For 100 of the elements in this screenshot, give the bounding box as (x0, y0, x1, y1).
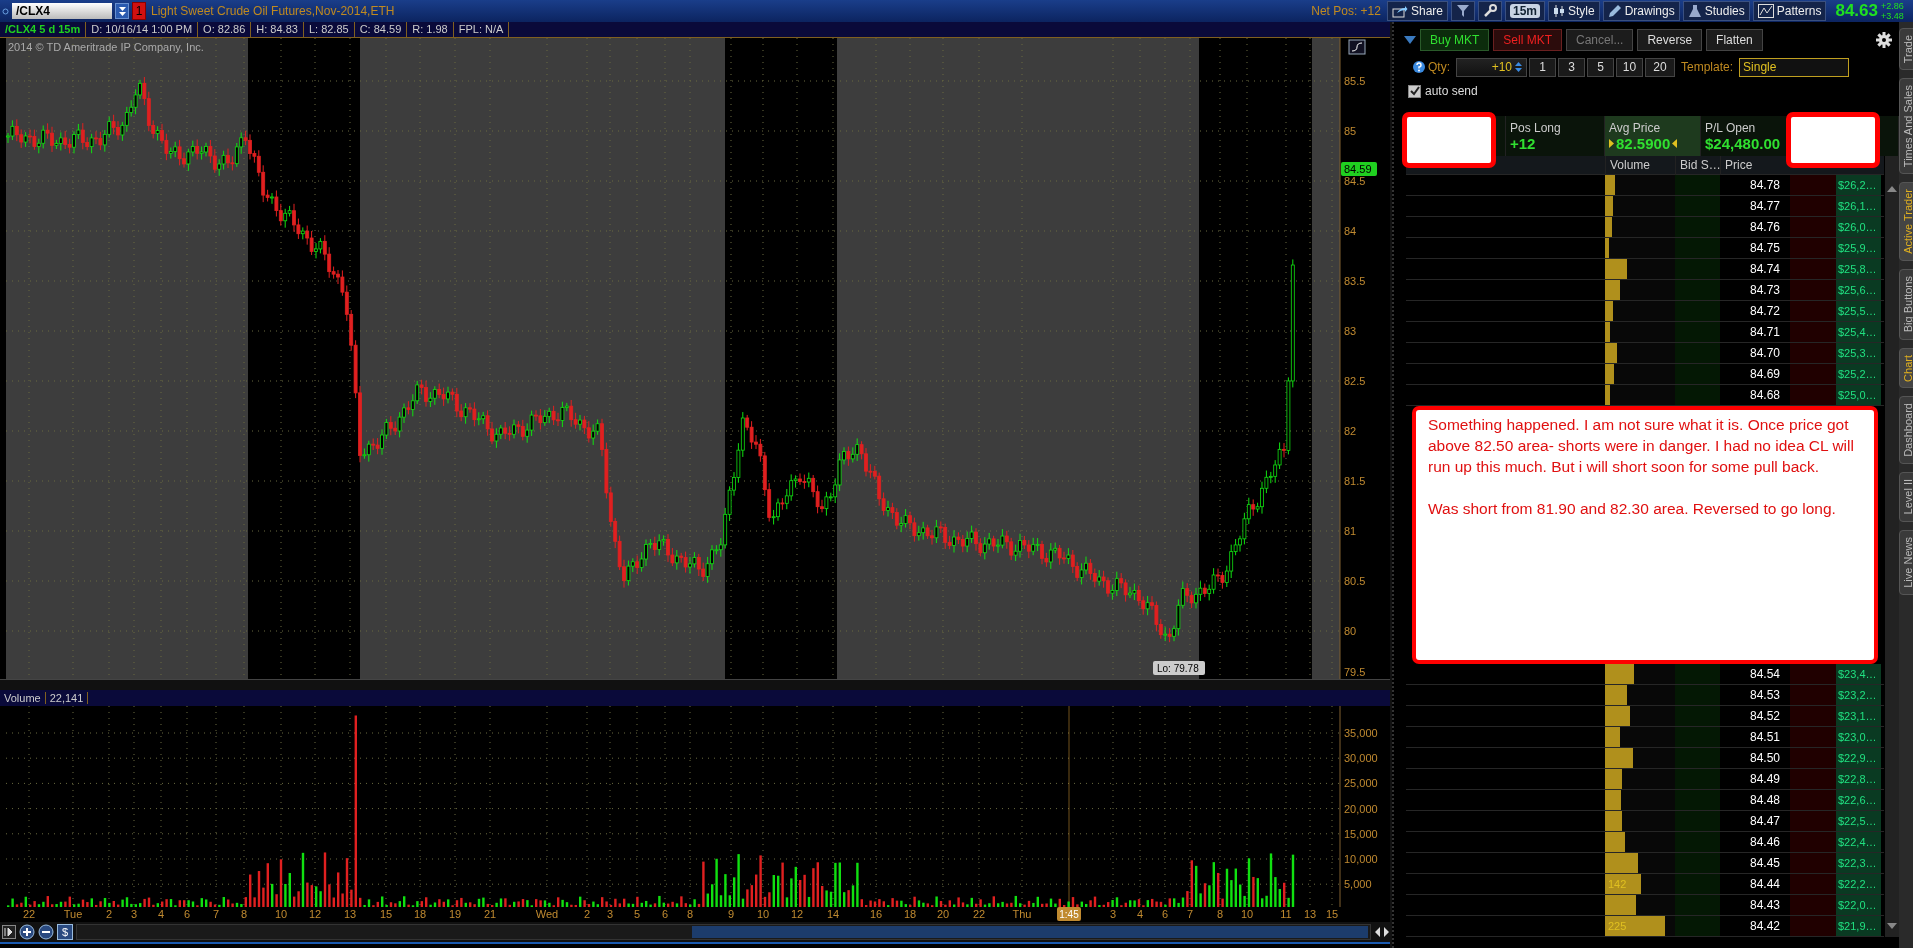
price-cell[interactable]: 84.68 (1720, 385, 1790, 405)
bid-size-cell[interactable] (1675, 685, 1720, 705)
ask-size-cell[interactable] (1790, 811, 1836, 831)
scrollbar-thumb[interactable] (692, 926, 1368, 938)
auto-send-checkbox[interactable] (1408, 84, 1421, 98)
bid-size-cell[interactable] (1675, 217, 1720, 237)
bid-size-cell[interactable] (1675, 727, 1720, 747)
panel-splitter[interactable] (0, 679, 1390, 690)
bid-size-cell[interactable] (1675, 811, 1720, 831)
price-cell[interactable]: 84.69 (1720, 364, 1790, 384)
ask-size-cell[interactable] (1790, 238, 1836, 258)
price-cell[interactable]: 84.72 (1720, 301, 1790, 321)
price-cell[interactable]: 84.50 (1720, 748, 1790, 768)
price-cell[interactable]: 84.75 (1720, 238, 1790, 258)
ask-size-cell[interactable] (1790, 196, 1836, 216)
scroll-up-icon[interactable] (1887, 186, 1897, 192)
price-cell[interactable]: 84.73 (1720, 280, 1790, 300)
ask-size-cell[interactable] (1790, 769, 1836, 789)
bid-size-cell[interactable] (1675, 874, 1720, 894)
price-cell[interactable]: 84.76 (1720, 217, 1790, 237)
order-button[interactable]: Buy MKT (1420, 29, 1490, 51)
price-cell[interactable]: 84.47 (1720, 811, 1790, 831)
ask-size-cell[interactable] (1790, 280, 1836, 300)
price-cell[interactable]: 84.74 (1720, 259, 1790, 279)
ask-size-cell[interactable] (1790, 727, 1836, 747)
link-badge[interactable]: 1 (132, 2, 146, 20)
bid-size-cell[interactable] (1675, 196, 1720, 216)
ask-size-cell[interactable] (1790, 895, 1836, 915)
ask-size-cell[interactable] (1790, 259, 1836, 279)
funnel-button[interactable] (1451, 1, 1475, 21)
collapse-icon[interactable] (1404, 36, 1416, 44)
ask-size-cell[interactable] (1790, 217, 1836, 237)
price-cell[interactable]: 84.44 (1720, 874, 1790, 894)
bid-size-cell[interactable] (1675, 895, 1720, 915)
toolbar-button[interactable]: Drawings (1602, 1, 1680, 21)
zoom-in-icon[interactable] (19, 924, 35, 940)
timeframe-button[interactable]: 15m (1505, 1, 1545, 21)
bid-size-cell[interactable] (1675, 343, 1720, 363)
ask-size-cell[interactable] (1790, 664, 1836, 684)
template-dropdown[interactable]: Single (1739, 57, 1850, 77)
toolbar-button[interactable]: Patterns (1752, 1, 1827, 21)
zoom-out-icon[interactable] (38, 924, 54, 940)
quantity-preset-button[interactable]: 5 (1587, 57, 1614, 77)
price-cell[interactable]: 84.52 (1720, 706, 1790, 726)
ask-size-cell[interactable] (1790, 343, 1836, 363)
quantity-preset-button[interactable]: 3 (1558, 57, 1585, 77)
price-cell[interactable]: 84.45 (1720, 853, 1790, 873)
order-button[interactable]: Sell MKT (1493, 29, 1563, 51)
ask-size-cell[interactable] (1790, 916, 1836, 936)
price-cell[interactable]: 84.53 (1720, 685, 1790, 705)
spinner-icon[interactable] (1514, 60, 1523, 74)
price-cell[interactable]: 84.46 (1720, 832, 1790, 852)
bid-size-cell[interactable] (1675, 706, 1720, 726)
quantity-preset-button[interactable]: 20 (1645, 57, 1675, 77)
symbol-dropdown-button[interactable] (115, 3, 129, 19)
ask-size-cell[interactable] (1790, 364, 1836, 384)
bid-size-cell[interactable] (1675, 385, 1720, 405)
price-cell[interactable]: 84.54 (1720, 664, 1790, 684)
vertical-scrollbar[interactable] (1885, 156, 1899, 937)
price-cell[interactable]: 84.42 (1720, 916, 1790, 936)
ask-size-cell[interactable] (1790, 748, 1836, 768)
bid-size-cell[interactable] (1675, 280, 1720, 300)
panel-toggle-icon[interactable] (2, 925, 16, 939)
ask-size-cell[interactable] (1790, 301, 1836, 321)
symbol-field[interactable]: /CLX4 (12, 3, 112, 19)
ask-size-cell[interactable] (1790, 385, 1836, 405)
expand-arrows-icon[interactable] (1374, 925, 1390, 939)
scroll-down-icon[interactable] (1887, 923, 1897, 929)
wrench-button[interactable] (1478, 1, 1502, 21)
price-cell[interactable]: 84.70 (1720, 343, 1790, 363)
chart-settings-icon[interactable] (1348, 39, 1366, 55)
price-cell[interactable]: 84.43 (1720, 895, 1790, 915)
bid-size-cell[interactable] (1675, 664, 1720, 684)
quantity-field[interactable]: +10 (1456, 57, 1527, 77)
bid-size-cell[interactable] (1675, 916, 1720, 936)
quantity-preset-button[interactable]: 10 (1616, 57, 1643, 77)
toolbar-button[interactable]: Style (1548, 1, 1600, 21)
help-icon[interactable] (1412, 60, 1426, 74)
price-cell[interactable]: 84.49 (1720, 769, 1790, 789)
settings-icon[interactable] (1875, 31, 1893, 49)
bid-size-cell[interactable] (1675, 832, 1720, 852)
bid-size-cell[interactable] (1675, 301, 1720, 321)
bid-size-cell[interactable] (1675, 364, 1720, 384)
ask-size-cell[interactable] (1790, 175, 1836, 195)
price-cell[interactable]: 84.48 (1720, 790, 1790, 810)
bid-size-cell[interactable] (1675, 853, 1720, 873)
toolbar-button[interactable]: Share (1386, 1, 1448, 21)
bid-size-cell[interactable] (1675, 769, 1720, 789)
ask-size-cell[interactable] (1790, 874, 1836, 894)
bid-size-cell[interactable] (1675, 175, 1720, 195)
currency-button[interactable]: $ (57, 924, 73, 940)
order-button[interactable]: Reverse (1637, 29, 1703, 51)
ask-size-cell[interactable] (1790, 790, 1836, 810)
quantity-preset-button[interactable]: 1 (1529, 57, 1556, 77)
price-cell[interactable]: 84.78 (1720, 175, 1790, 195)
price-cell[interactable]: 84.77 (1720, 196, 1790, 216)
ask-size-cell[interactable] (1790, 853, 1836, 873)
horizontal-scrollbar[interactable] (76, 924, 1371, 940)
bid-size-cell[interactable] (1675, 322, 1720, 342)
ask-size-cell[interactable] (1790, 685, 1836, 705)
